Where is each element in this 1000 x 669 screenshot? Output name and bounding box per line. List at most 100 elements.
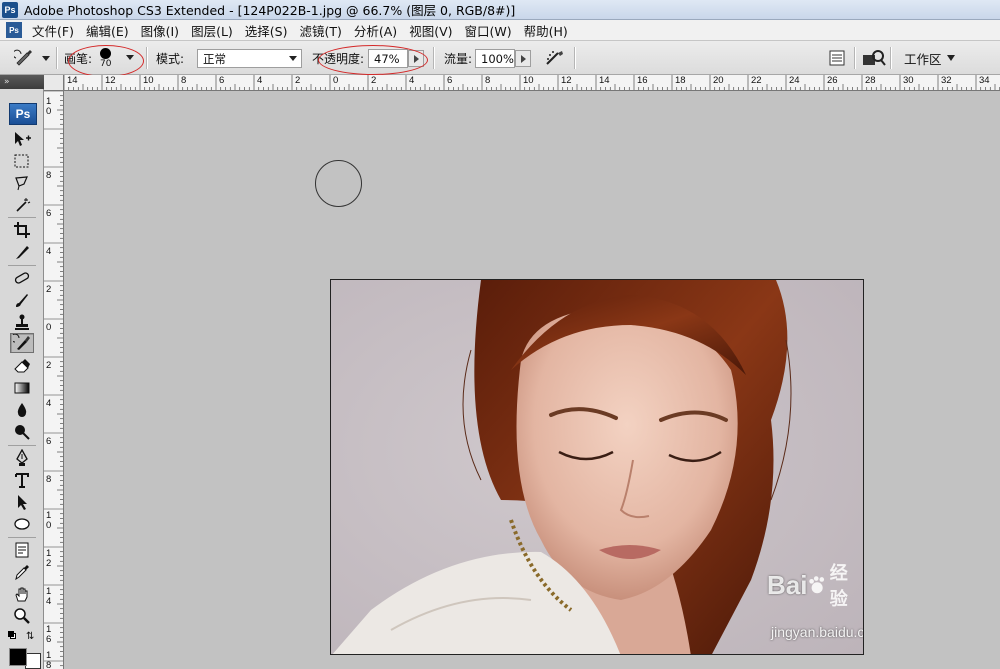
ruler-tick-label: 8 — [485, 75, 491, 86]
eraser-tool[interactable] — [10, 356, 34, 376]
menu-filter[interactable]: 滤镜(T) — [293, 21, 347, 40]
horizontal-ruler[interactable]: 14 12 10 8 6 4 2 0 2 4 6 8 10 12 14 16 1… — [64, 75, 1000, 91]
chevron-down-icon — [289, 56, 297, 61]
brush-picker[interactable]: 70 — [96, 41, 111, 75]
opacity-input[interactable]: 47% — [368, 49, 408, 68]
menu-layer[interactable]: 图层(L) — [185, 21, 239, 40]
ruler-tick-label: 6 — [46, 208, 52, 219]
menu-select[interactable]: 选择(S) — [239, 21, 294, 40]
chevron-down-icon — [946, 55, 955, 61]
document-photo[interactable]: Bai 经验 jingyan.baidu.com — [330, 279, 864, 655]
ruler-tick-label: 34 — [979, 75, 990, 86]
ruler-tick-label: 8 — [46, 660, 52, 669]
hand-icon — [15, 587, 28, 602]
gradient-tool[interactable] — [10, 378, 34, 398]
crop-tool[interactable] — [10, 220, 34, 240]
pen-tool[interactable] — [10, 448, 34, 468]
vertical-ruler[interactable]: 1 0 8 6 4 2 0 2 4 6 8 1 0 1 2 1 4 1 6 1 … — [44, 91, 64, 669]
notes-tool[interactable] — [10, 540, 34, 560]
options-bar: 画笔: 70 模式: 正常 不透明度: 47% 流量: 100% 工作区 — [0, 41, 1000, 77]
tool-preset-picker[interactable] — [14, 41, 50, 75]
shape-tool[interactable] — [10, 514, 34, 534]
chevron-down-icon — [42, 55, 50, 61]
type-icon — [15, 473, 29, 488]
eyedropper-tool[interactable] — [10, 562, 34, 582]
gradient-icon — [14, 382, 30, 394]
background-color-swatch[interactable] — [25, 653, 41, 669]
marquee-tool[interactable] — [10, 151, 34, 171]
magic-wand-icon — [16, 198, 31, 212]
zoom-tool[interactable] — [10, 606, 34, 626]
dodge-tool[interactable] — [10, 422, 34, 442]
menu-edit[interactable]: 编辑(E) — [80, 21, 135, 40]
ruler-tick-label: 8 — [46, 474, 52, 485]
crop-tool-icon — [14, 222, 30, 238]
menu-view[interactable]: 视图(V) — [403, 21, 458, 40]
ruler-tick-label: 26 — [827, 75, 838, 86]
brush-tool[interactable] — [10, 290, 34, 310]
window-title: Adobe Photoshop CS3 Extended - [124P022B… — [24, 3, 516, 18]
document-canvas-area[interactable]: Bai 经验 jingyan.baidu.com — [64, 91, 1000, 669]
menu-analysis[interactable]: 分析(A) — [348, 21, 403, 40]
opacity-slider-button[interactable] — [408, 50, 424, 67]
default-colors-icon[interactable] — [8, 631, 16, 639]
move-tool[interactable] — [10, 129, 34, 149]
ruler-origin[interactable] — [44, 75, 64, 91]
ruler-tick-label: 0 — [46, 106, 52, 117]
clone-stamp-tool[interactable] — [10, 312, 34, 332]
brush-label: 画笔: — [64, 51, 93, 66]
ruler-tick-label: 8 — [181, 75, 187, 86]
opacity-label: 不透明度: — [312, 51, 365, 66]
ruler-tick-label: 0 — [46, 322, 52, 333]
bridge-search-icon — [863, 50, 886, 66]
bridge-button[interactable] — [862, 41, 886, 75]
ruler-tick-label: 28 — [865, 75, 876, 86]
baidu-watermark: Bai 经验 — [767, 563, 863, 610]
ruler-tick-label: 14 — [67, 75, 78, 86]
photoshop-menu-icon[interactable]: Ps — [6, 22, 22, 38]
slice-tool[interactable] — [10, 242, 34, 262]
toolbox-grip[interactable]: » — [0, 75, 44, 89]
path-selection-tool[interactable] — [10, 492, 34, 512]
ruler-tick-label: 2 — [46, 284, 52, 295]
ruler-tick-label: 6 — [46, 436, 52, 447]
mode-label: 模式: — [156, 51, 185, 66]
menu-image[interactable]: 图像(I) — [135, 21, 185, 40]
healing-tool[interactable] — [10, 268, 34, 288]
flow-slider-button[interactable] — [515, 50, 531, 67]
eraser-icon — [14, 359, 30, 373]
type-tool[interactable] — [10, 470, 34, 490]
lasso-tool[interactable] — [10, 173, 34, 193]
brush-dropdown-icon[interactable] — [126, 55, 134, 60]
ruler-tick-label: 12 — [105, 75, 116, 86]
palette-well-button[interactable] — [828, 41, 846, 75]
flow-input[interactable]: 100% — [475, 49, 515, 68]
hand-tool[interactable] — [10, 584, 34, 604]
photoshop-app-icon: Ps — [2, 1, 18, 18]
ruler-tick-label: 4 — [46, 596, 52, 607]
workspace-menu[interactable]: 工作区 — [904, 41, 955, 75]
airbrush-toggle[interactable] — [544, 41, 566, 75]
flow-label: 流量: — [444, 51, 473, 66]
history-brush-tool[interactable] — [10, 333, 34, 353]
flow-value: 100% — [481, 51, 514, 66]
swap-colors-icon[interactable]: ⇅ — [26, 631, 34, 642]
blur-tool[interactable] — [10, 400, 34, 420]
ruler-tick-label: 4 — [46, 246, 52, 257]
ruler-tick-label: 20 — [713, 75, 724, 86]
ruler-tick-label: 12 — [561, 75, 572, 86]
mode-select[interactable]: 正常 — [197, 49, 302, 68]
magnifier-icon — [14, 608, 30, 624]
menu-file[interactable]: 文件(F) — [26, 21, 80, 40]
baidu-paw-icon — [809, 576, 825, 594]
watermark-url: jingyan.baidu.com — [771, 624, 864, 640]
menu-help[interactable]: 帮助(H) — [518, 21, 574, 40]
magic-wand-tool[interactable] — [10, 195, 34, 215]
menu-window[interactable]: 窗口(W) — [459, 21, 518, 40]
ruler-tick-label: 6 — [447, 75, 453, 86]
ruler-tick-label: 18 — [675, 75, 686, 86]
foreground-color-swatch[interactable] — [9, 648, 27, 666]
eyedropper-icon — [15, 565, 29, 581]
ruler-tick-label: 10 — [143, 75, 154, 86]
toolbox-ps-logo[interactable]: Ps — [9, 103, 37, 125]
